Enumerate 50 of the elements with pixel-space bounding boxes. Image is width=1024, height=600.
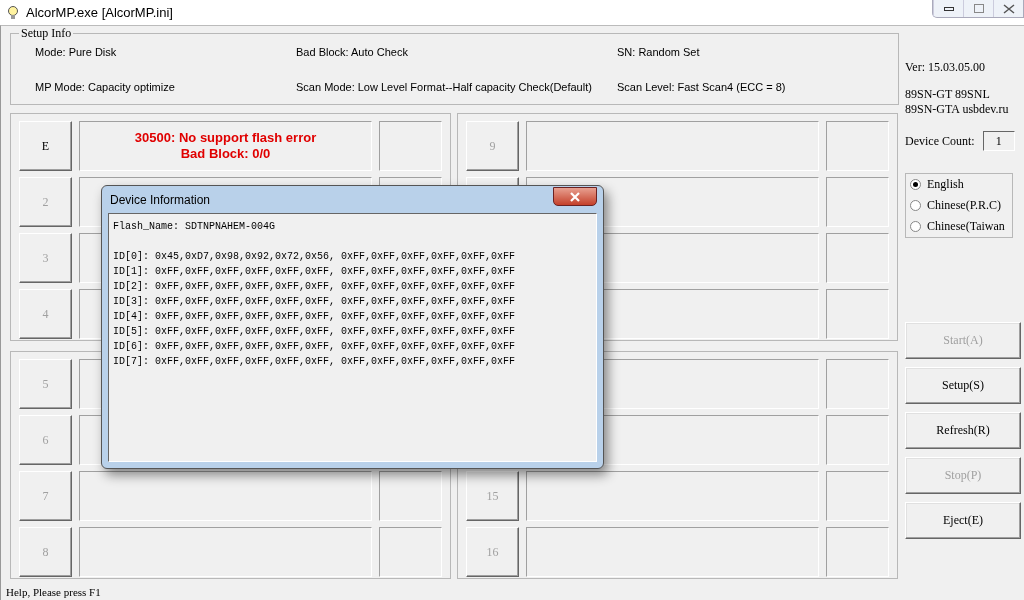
port-info-box [826, 121, 889, 171]
id-line-text: ID[1]: 0xFF,0xFF,0xFF,0xFF,0xFF,0xFF, 0xFF,0xFF,0xFF,0xFF,0xFF,0xFF [113, 265, 517, 279]
flash-name-text: Flash_Name: SDTNPNAHEM-004G [113, 220, 277, 234]
id-line-text: ID[6]: 0xFF,0xFF,0xFF,0xFF,0xFF,0xFF, 0xFF,0xFF,0xFF,0xFF,0xFF,0xFF [113, 340, 517, 354]
dialog-title: Device Information [109, 192, 211, 207]
id-line-text: ID[0]: 0x45,0xD7,0x98,0x92,0x72,0x56, 0xFF,0xFF,0xFF,0xFF,0xFF,0xFF [113, 250, 517, 264]
port-button[interactable]: E [19, 121, 72, 171]
port-info-box [379, 121, 442, 171]
maximize-icon [973, 4, 984, 13]
id-line-text: ID[3]: 0xFF,0xFF,0xFF,0xFF,0xFF,0xFF, 0xFF,0xFF,0xFF,0xFF,0xFF,0xFF [113, 295, 517, 309]
close-icon [1002, 3, 1015, 14]
action-button[interactable]: Setup(S) [905, 367, 1021, 404]
language-radio[interactable]: English [910, 177, 1012, 192]
setup-info-text: Mode: Pure Disk [35, 46, 118, 60]
setup-info-text: MP Mode: Capacity optimize [35, 81, 176, 95]
device-count-field: 1 [982, 131, 1015, 151]
model-text: 89SN-GT 89SNL [905, 87, 991, 102]
group-title: Setup Info [19, 26, 74, 41]
close-button[interactable] [553, 187, 597, 206]
setup-info-text: Scan Mode: Low Level Format--Half capacity Check(Default) [296, 81, 593, 95]
port-info-box [379, 471, 442, 521]
close-icon [569, 191, 581, 202]
id-line-text: ID[5]: 0xFF,0xFF,0xFF,0xFF,0xFF,0xFF, 0xFF,0xFF,0xFF,0xFF,0xFF,0xFF [113, 325, 517, 339]
id-line-text: ID[2]: 0xFF,0xFF,0xFF,0xFF,0xFF,0xFF, 0xFF,0xFF,0xFF,0xFF,0xFF,0xFF [113, 280, 517, 294]
setup-info-text: Scan Level: Fast Scan4 (ECC = 8) [617, 81, 787, 95]
model-text: 89SN-GTA usbdev.ru [905, 102, 1010, 117]
light-bulb-icon [6, 4, 20, 21]
language-radio[interactable]: Chinese(P.R.C) [910, 198, 1012, 213]
port-info-box [826, 527, 889, 577]
window-title: AlcorMP.exe [AlcorMP.ini] [26, 5, 173, 20]
port-info-box [826, 177, 889, 227]
version-text: Ver: 15.03.05.00 [905, 60, 986, 75]
port-info-box [826, 471, 889, 521]
language-radio[interactable]: Chinese(Taiwan [910, 219, 1012, 234]
id-line-text: ID[7]: 0xFF,0xFF,0xFF,0xFF,0xFF,0xFF, 0xFF,0xFF,0xFF,0xFF,0xFF,0xFF [113, 355, 517, 369]
port-info-box [826, 359, 889, 409]
action-button[interactable]: Refresh(R) [905, 412, 1021, 449]
action-button[interactable]: Eject(E) [905, 502, 1021, 539]
port-info-box [826, 233, 889, 283]
port-info-box [826, 289, 889, 339]
setup-info-text: Bad Block: Auto Check [296, 46, 409, 60]
error-text: Bad Block: 0/0 [180, 146, 271, 162]
port-info-box [379, 527, 442, 577]
id-line-text: ID[4]: 0xFF,0xFF,0xFF,0xFF,0xFF,0xFF, 0xFF,0xFF,0xFF,0xFF,0xFF,0xFF [113, 310, 517, 324]
status-bar-text: Help, Please press F1 [6, 586, 101, 599]
device-count-label: Device Count: [905, 133, 975, 149]
minimize-icon [943, 6, 954, 11]
port-info-box [826, 415, 889, 465]
error-text: 30500: No support flash error [134, 130, 317, 146]
setup-info-text: SN: Random Set [617, 46, 701, 60]
